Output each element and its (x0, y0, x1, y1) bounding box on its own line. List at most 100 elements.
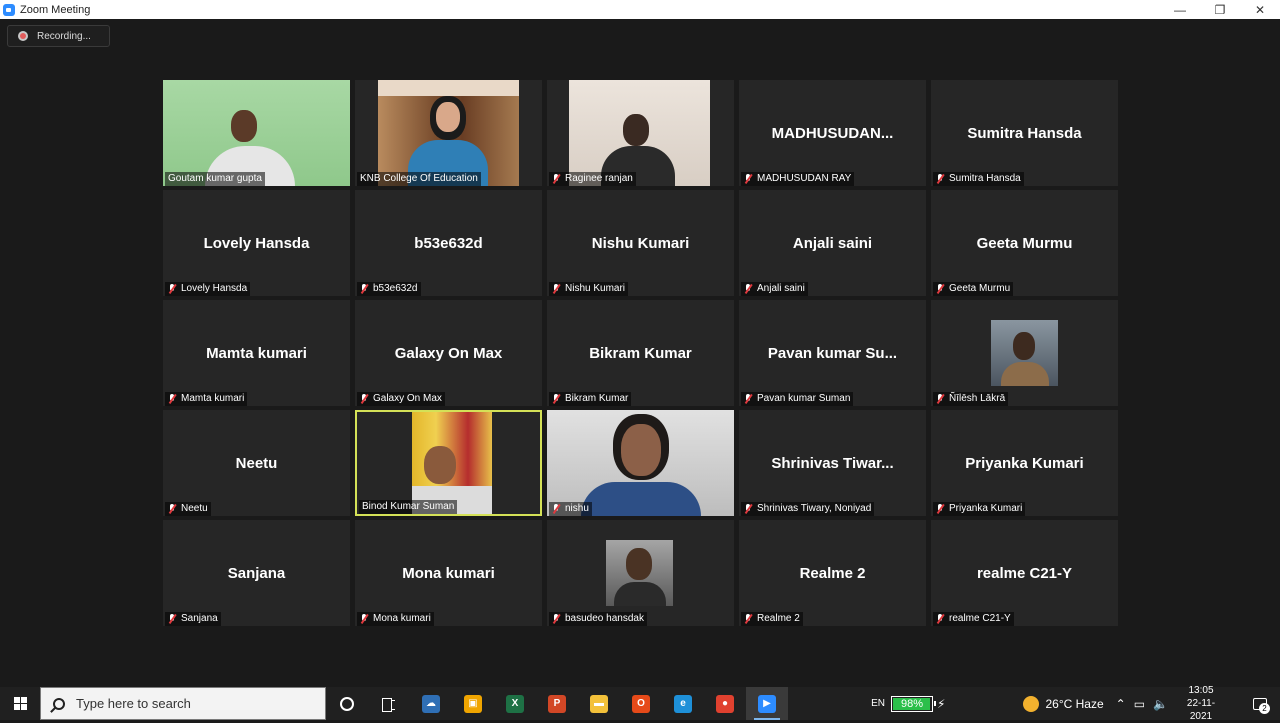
participant-name-label: Raginee ranjan (549, 172, 636, 186)
window-titlebar: Zoom Meeting — ❐ ✕ (0, 0, 1280, 19)
participant-tile[interactable]: Geeta Murmu Geeta Murmu (931, 190, 1118, 296)
window-title: Zoom Meeting (20, 3, 91, 16)
participant-display-name: Sumitra Hansda (967, 124, 1082, 142)
taskbar-clock[interactable]: 13:05 22-11-2021 (1176, 684, 1226, 723)
participant-name-label: Lovely Hansda (165, 282, 251, 296)
chrome-taskbar-button[interactable]: ● (704, 687, 746, 720)
participant-tile[interactable]: Raginee ranjan (547, 80, 734, 186)
network-icon[interactable]: ▭ (1134, 697, 1145, 711)
participant-display-name: Mona kumari (402, 564, 495, 582)
task-view-taskbar-button[interactable] (368, 687, 410, 720)
participant-name-label: Shrinivas Tiwary, Noniyad (741, 502, 875, 516)
participant-tile[interactable]: Anjali saini Anjali saini (739, 190, 926, 296)
participant-tile[interactable]: basudeo hansdak (547, 520, 734, 626)
participant-name-label: Mamta kumari (165, 392, 248, 406)
participant-name-label: KNB College Of Education (357, 172, 481, 186)
participant-name: nishu (565, 503, 589, 514)
windows-logo-icon (13, 697, 27, 710)
participant-name: Geeta Murmu (949, 283, 1011, 294)
video-body (1001, 362, 1049, 386)
participant-name: basudeo hansdak (565, 613, 644, 624)
participant-name-label: b53e632d (357, 282, 421, 296)
participant-name: Priyanka Kumari (949, 503, 1023, 514)
muted-mic-icon (744, 394, 752, 404)
search-icon (53, 697, 65, 710)
participant-tile[interactable]: Nishu Kumari Nishu Kumari (547, 190, 734, 296)
participant-tile[interactable]: Goutam kumar gupta (163, 80, 350, 186)
participant-tile[interactable]: Sanjana Sanjana (163, 520, 350, 626)
participant-name: Pavan kumar Suman (757, 393, 851, 404)
participant-tile[interactable]: Neetu Neetu (163, 410, 350, 516)
participant-name-label: Goutam kumar gupta (165, 172, 265, 186)
chevron-up-icon[interactable]: ⌃ (1116, 697, 1126, 711)
participant-tile[interactable]: MADHUSUDAN... MADHUSUDAN RAY (739, 80, 926, 186)
language-indicator[interactable]: EN (871, 698, 885, 709)
powerpoint-taskbar-button[interactable]: P (536, 687, 578, 720)
store-taskbar-button[interactable]: ▣ (452, 687, 494, 720)
participant-name-label: Anjali saini (741, 282, 808, 296)
muted-mic-icon (360, 284, 368, 294)
muted-mic-icon (744, 504, 752, 514)
participant-tile[interactable]: Mona kumari Mona kumari (355, 520, 542, 626)
file-explorer-taskbar-button[interactable]: ▬ (578, 687, 620, 720)
cortana-taskbar-button[interactable] (326, 687, 368, 720)
close-button[interactable]: ✕ (1240, 0, 1280, 19)
office-taskbar-button[interactable]: O (620, 687, 662, 720)
start-button[interactable] (0, 687, 40, 720)
participant-tile[interactable]: nishu (547, 410, 734, 516)
muted-mic-icon (168, 284, 176, 294)
minimize-button[interactable]: — (1160, 0, 1200, 19)
muted-mic-icon (168, 504, 176, 514)
participant-tile[interactable]: Shrinivas Tiwar... Shrinivas Tiwary, Noni… (739, 410, 926, 516)
participant-name: KNB College Of Education (360, 173, 478, 184)
muted-mic-icon (552, 504, 560, 514)
edge-taskbar-button[interactable]: e (662, 687, 704, 720)
participant-display-name: b53e632d (414, 234, 483, 252)
muted-mic-icon (552, 614, 560, 624)
windows-taskbar: Type here to search ☁ ▣ X P ▬ Oe ● ▶ EN 98% ⚡ 2… (0, 684, 1280, 723)
participant-name: Binod Kumar Suman (362, 501, 455, 512)
participant-name-label: Neetu (165, 502, 211, 516)
participant-display-name: Neetu (235, 454, 278, 472)
edge-icon: e (674, 694, 692, 713)
participant-tile[interactable]: b53e632d b53e632d (355, 190, 542, 296)
maximize-button[interactable]: ❐ (1200, 0, 1240, 19)
charging-icon: ⚡ (937, 696, 946, 711)
participant-tile[interactable]: realme C21-Y realme C21-Y (931, 520, 1118, 626)
participant-name-label: Priyanka Kumari (933, 502, 1026, 516)
gallery-view: Goutam kumar gupta KNB College Of Educati… (163, 80, 1118, 626)
participant-name: Neetu (181, 503, 208, 514)
volume-icon[interactable]: 🔈 (1153, 697, 1168, 711)
participant-display-name: Nishu Kumari (591, 234, 690, 252)
cloud-app-taskbar-button[interactable]: ☁ (410, 687, 452, 720)
participant-name: MADHUSUDAN RAY (757, 173, 852, 184)
taskbar-search-box[interactable]: Type here to search (40, 687, 326, 720)
participant-display-name: realme C21-Y (976, 564, 1073, 582)
taskbar-apps: ☁ ▣ X P ▬ Oe ● ▶ (326, 687, 788, 720)
participant-name-label: Realme 2 (741, 612, 803, 626)
participant-name-label: Binod Kumar Suman (359, 500, 458, 514)
action-center-button[interactable]: 2 (1240, 687, 1280, 720)
recording-indicator[interactable]: Recording... (7, 25, 110, 47)
participant-tile[interactable]: Pavan kumar Su... Pavan kumar Suman (739, 300, 926, 406)
participant-tile[interactable]: Bikram Kumar Bikram Kumar (547, 300, 734, 406)
participant-tile[interactable]: Priyanka Kumari Priyanka Kumari (931, 410, 1118, 516)
weather-label[interactable]: 26°C Haze (1045, 697, 1103, 711)
participant-name: Sanjana (181, 613, 218, 624)
excel-taskbar-button[interactable]: X (494, 687, 536, 720)
participant-name-label: basudeo hansdak (549, 612, 647, 626)
participant-name-label: Bikram Kumar (549, 392, 632, 406)
participant-tile[interactable]: Binod Kumar Suman (355, 410, 542, 516)
participant-tile[interactable]: KNB College Of Education (355, 80, 542, 186)
participant-tile[interactable]: Ñīlēsh Lākrā (931, 300, 1118, 406)
participant-tile[interactable]: Lovely Hansda Lovely Hansda (163, 190, 350, 296)
participant-name-label: MADHUSUDAN RAY (741, 172, 855, 186)
participant-tile[interactable]: Realme 2 Realme 2 (739, 520, 926, 626)
participant-tile[interactable]: Mamta kumari Mamta kumari (163, 300, 350, 406)
recording-icon (18, 31, 28, 41)
zoom-taskbar-button[interactable]: ▶ (746, 687, 788, 720)
participant-tile[interactable]: Galaxy On Max Galaxy On Max (355, 300, 542, 406)
office-icon: O (632, 694, 650, 713)
battery-indicator[interactable]: 98% (891, 695, 937, 712)
participant-tile[interactable]: Sumitra Hansda Sumitra Hansda (931, 80, 1118, 186)
